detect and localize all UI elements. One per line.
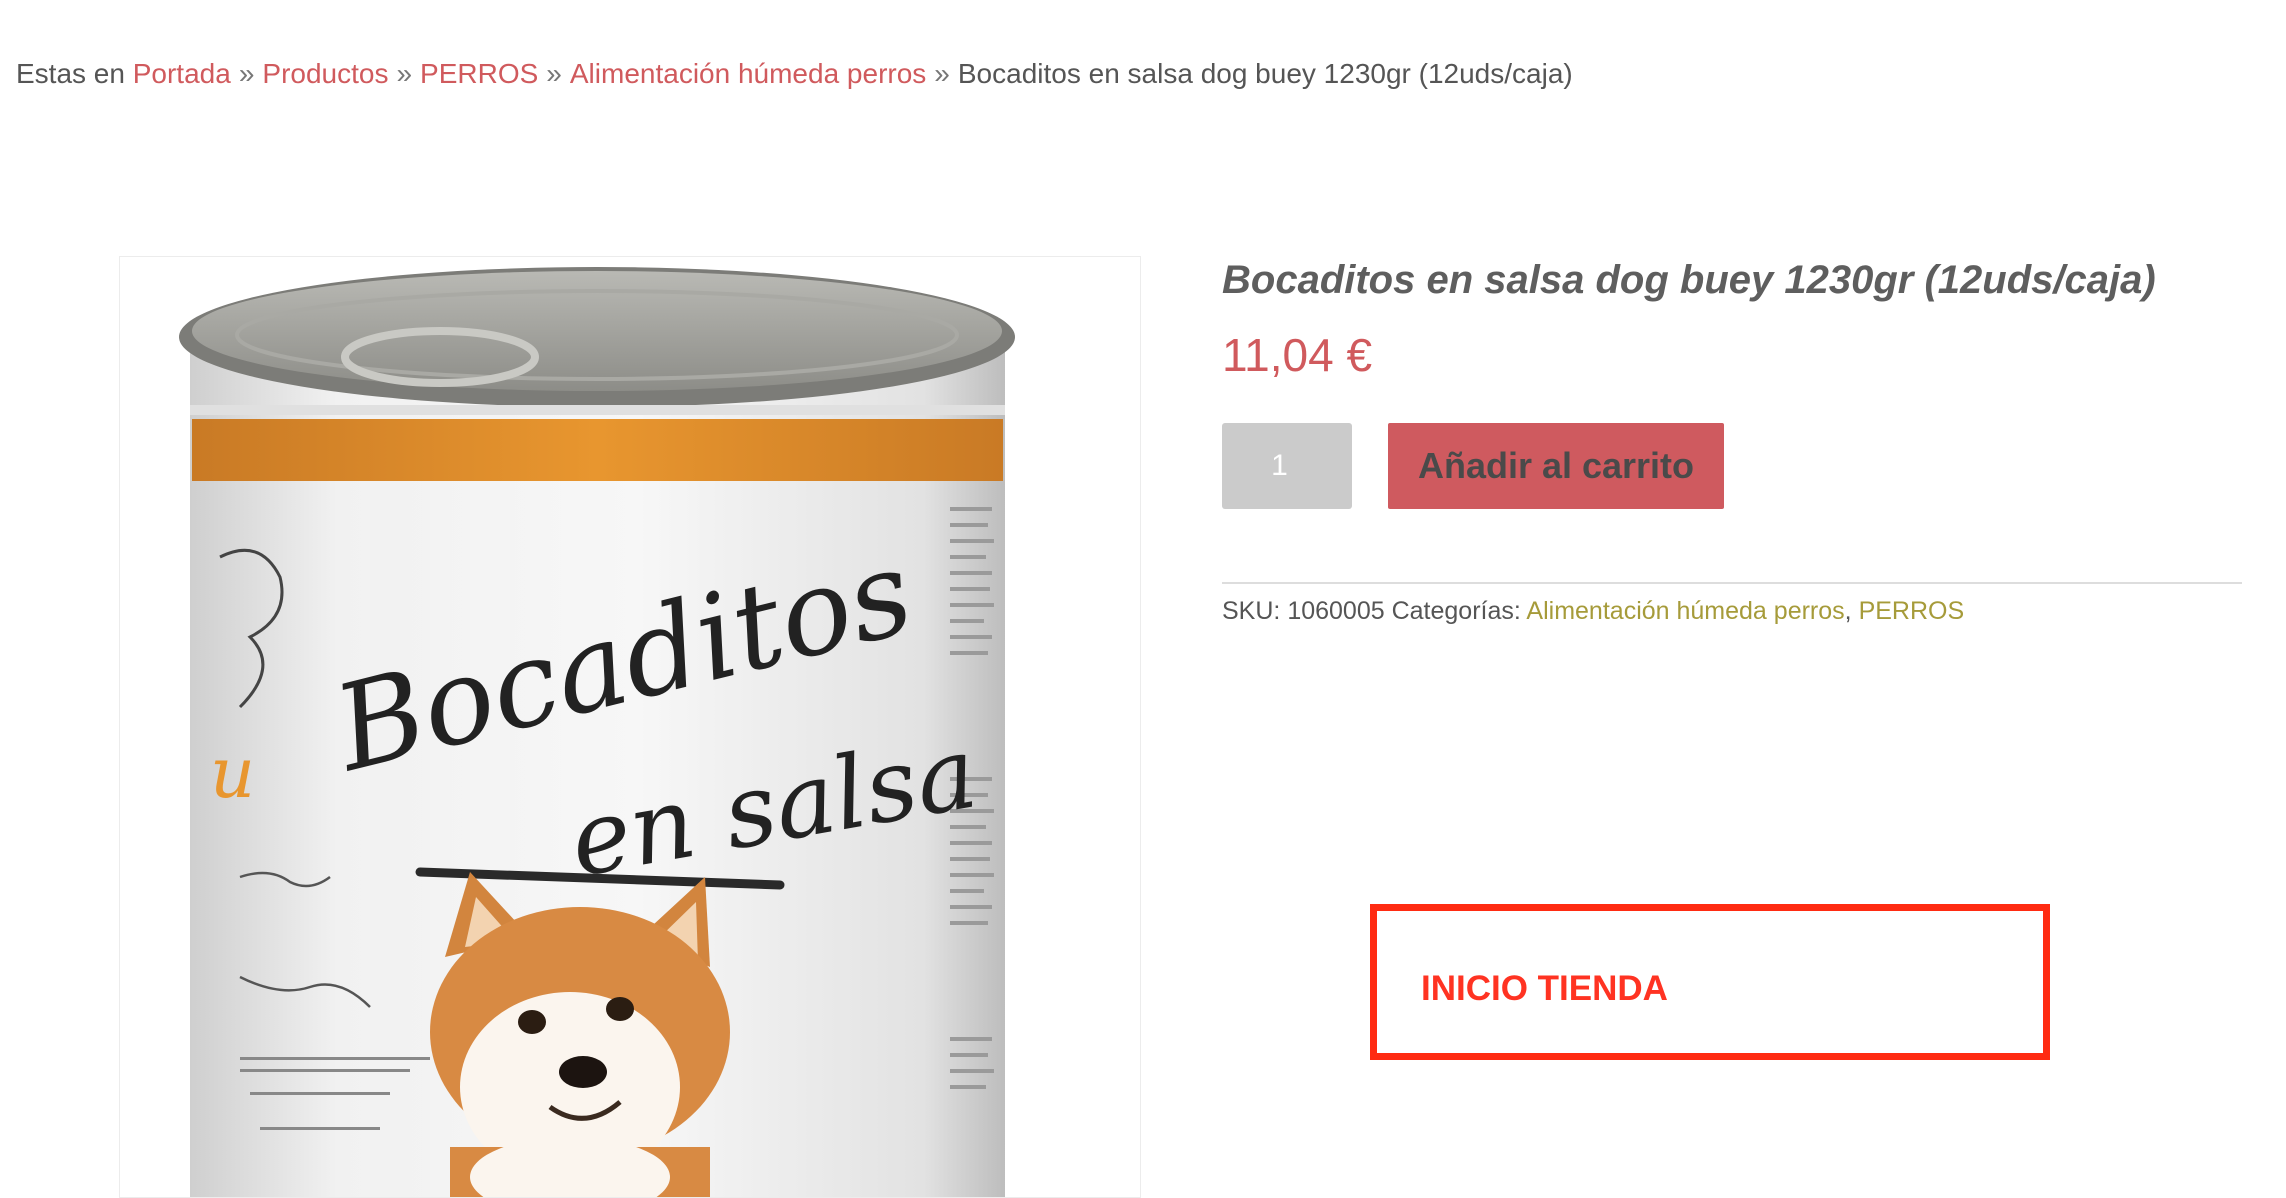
can-orange-band bbox=[192, 419, 1003, 481]
breadcrumb-separator: » bbox=[934, 58, 950, 89]
dog-illustration bbox=[430, 872, 730, 1197]
shop-home-link[interactable]: INICIO TIENDA bbox=[1370, 904, 2050, 1060]
svg-text:u: u bbox=[210, 732, 255, 814]
product-title: Bocaditos en salsa dog buey 1230gr (12ud… bbox=[1222, 258, 2156, 302]
breadcrumb-separator: » bbox=[396, 58, 413, 89]
categories-label: Categorías: bbox=[1391, 597, 1521, 625]
sku-label: SKU: bbox=[1222, 597, 1281, 625]
breadcrumb-link-perros[interactable]: PERROS bbox=[420, 58, 538, 89]
breadcrumb: Estas en Portada» Productos» PERROS» Alimen… bbox=[16, 58, 1573, 90]
product-image[interactable]: u Bocaditos en salsa bbox=[119, 256, 1141, 1198]
breadcrumb-separator: » bbox=[238, 58, 255, 89]
add-to-cart-button[interactable]: Añadir al carrito bbox=[1388, 423, 1724, 509]
quantity-input[interactable] bbox=[1222, 423, 1352, 509]
shop-home-label: INICIO TIENDA bbox=[1421, 969, 1668, 1008]
breadcrumb-prefix: Estas en bbox=[16, 58, 125, 89]
meta-divider bbox=[1222, 582, 2242, 584]
product-meta: SKU: 1060005 Categorías: Alimentación hú… bbox=[1222, 597, 1964, 626]
breadcrumb-separator: » bbox=[546, 58, 562, 89]
category-link-alimentacion[interactable]: Alimentación húmeda perros bbox=[1526, 597, 1844, 625]
sku-value: 1060005 bbox=[1287, 597, 1385, 625]
breadcrumb-current: Bocaditos en salsa dog buey 1230gr (12ud… bbox=[957, 58, 1573, 89]
product-can-illustration: u Bocaditos en salsa bbox=[179, 267, 1015, 1197]
breadcrumb-link-productos[interactable]: Productos bbox=[262, 58, 388, 89]
product-price: 11,04 € bbox=[1222, 329, 1373, 381]
category-separator: , bbox=[1844, 597, 1852, 625]
breadcrumb-link-portada[interactable]: Portada bbox=[133, 58, 231, 89]
breadcrumb-link-alimentacion[interactable]: Alimentación húmeda perros bbox=[570, 58, 926, 89]
category-link-perros[interactable]: PERROS bbox=[1859, 597, 1965, 625]
